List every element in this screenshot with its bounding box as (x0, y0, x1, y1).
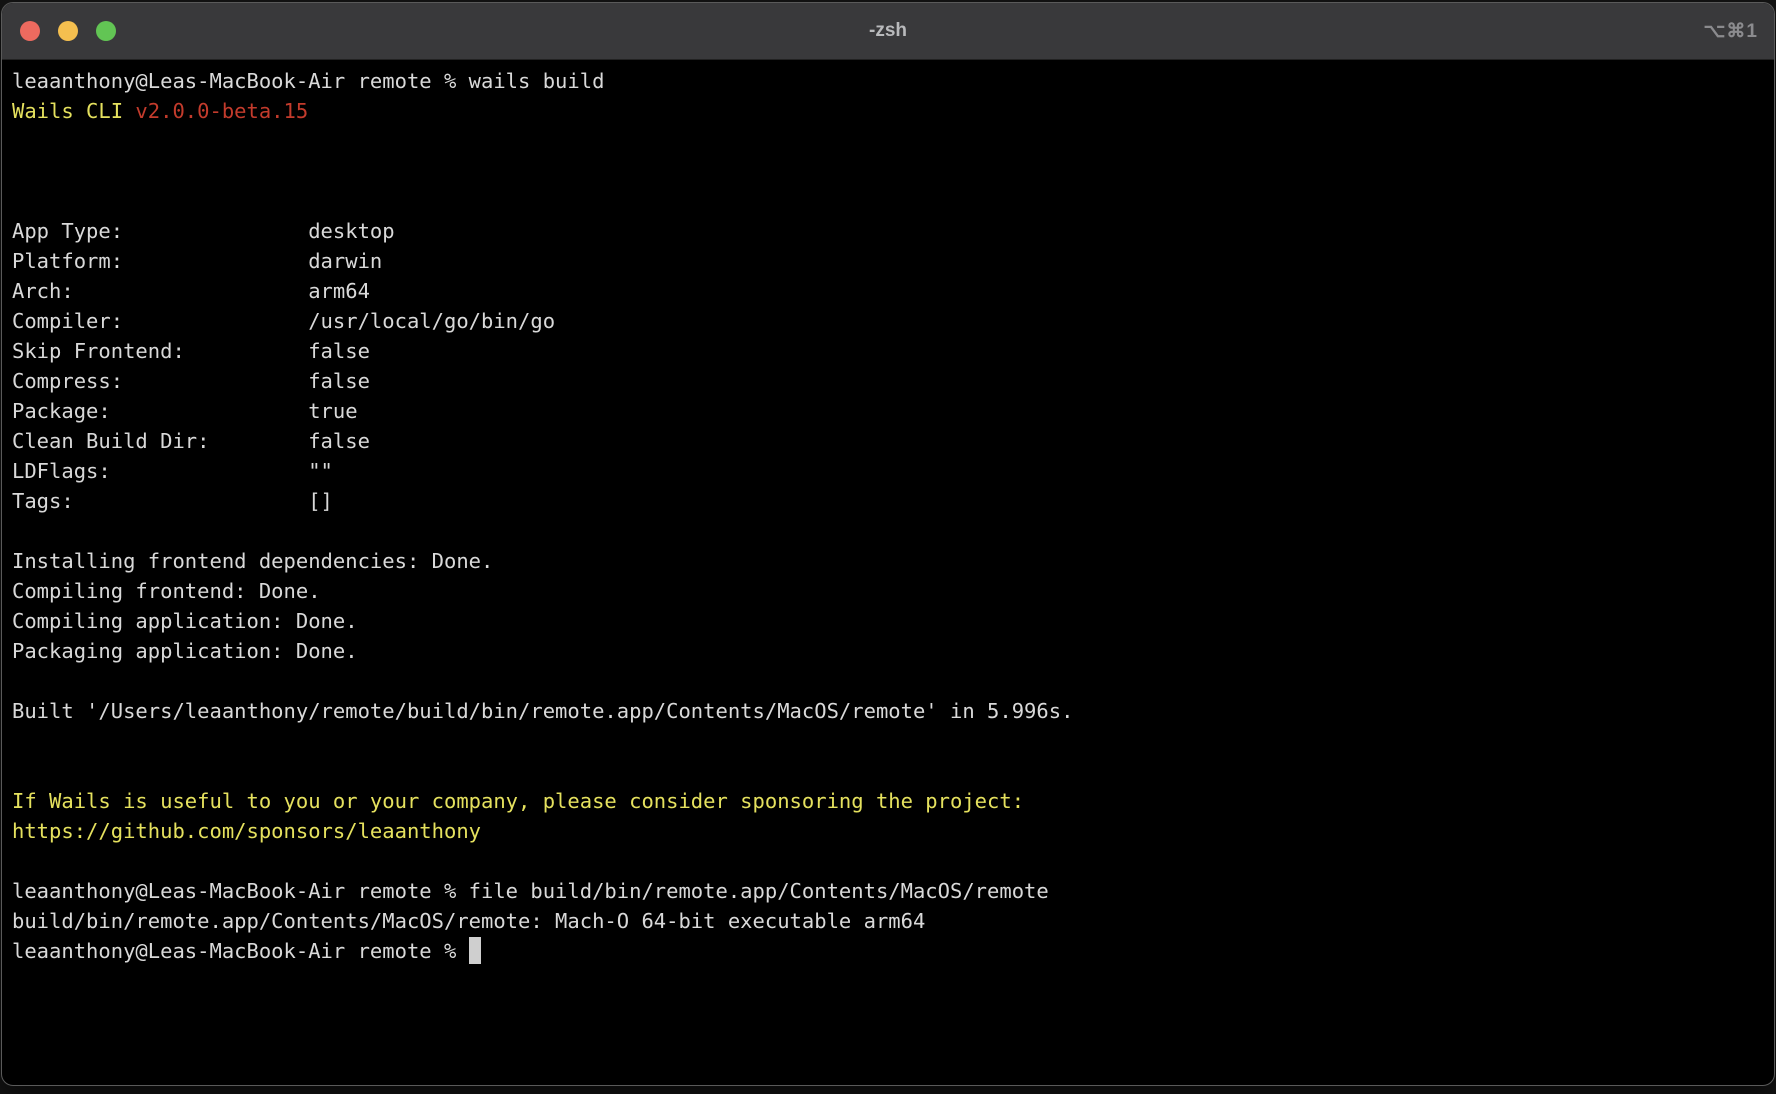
config-entry: App Type: desktop (12, 219, 395, 243)
terminal-line: Wails CLI v2.0.0-beta.15 (12, 96, 1774, 126)
terminal-line: Package: true (12, 396, 1774, 426)
terminal-line: leaanthony@Leas-MacBook-Air remote % (12, 936, 1774, 966)
terminal-text: Installing frontend dependencies: Done. (12, 549, 493, 573)
terminal-line: If Wails is useful to you or your compan… (12, 786, 1774, 816)
terminal-line (12, 156, 1774, 186)
terminal-line: Compiling application: Done. (12, 606, 1774, 636)
tab-shortcut-badge: ⌥⌘1 (1704, 3, 1758, 59)
terminal-line (12, 186, 1774, 216)
terminal-text: v2.0.0-beta.15 (135, 99, 308, 123)
terminal-text: If Wails is useful to you or your compan… (12, 789, 1024, 813)
config-entry: Platform: darwin (12, 249, 382, 273)
terminal-cursor (469, 937, 482, 964)
terminal-line (12, 516, 1774, 546)
terminal-text: Packaging application: Done. (12, 639, 358, 663)
terminal-line: Clean Build Dir: false (12, 426, 1774, 456)
config-entry: Arch: arm64 (12, 279, 370, 303)
terminal-line: App Type: desktop (12, 216, 1774, 246)
terminal-line: Arch: arm64 (12, 276, 1774, 306)
terminal-line: leaanthony@Leas-MacBook-Air remote % wai… (12, 66, 1774, 96)
terminal-line: Installing frontend dependencies: Done. (12, 546, 1774, 576)
terminal-text: build/bin/remote.app/Contents/MacOS/remo… (12, 909, 925, 933)
terminal-line (12, 666, 1774, 696)
window-title: -zsh (2, 20, 1774, 42)
terminal-line (12, 756, 1774, 786)
terminal-line: Tags: [] (12, 486, 1774, 516)
config-entry: LDFlags: "" (12, 459, 333, 483)
terminal-line: Compiling frontend: Done. (12, 576, 1774, 606)
terminal-text: Wails CLI (12, 99, 135, 123)
terminal-text: Compiling application: Done. (12, 609, 358, 633)
terminal-line (12, 726, 1774, 756)
minimize-button[interactable] (58, 21, 78, 41)
terminal-line: Built '/Users/leaanthony/remote/build/bi… (12, 696, 1774, 726)
terminal-text: Compiling frontend: Done. (12, 579, 321, 603)
terminal-line (12, 846, 1774, 876)
terminal-output[interactable]: leaanthony@Leas-MacBook-Air remote % wai… (2, 60, 1774, 966)
zoom-button[interactable] (96, 21, 116, 41)
config-entry: Compiler: /usr/local/go/bin/go (12, 309, 555, 333)
config-entry: Compress: false (12, 369, 370, 393)
terminal-line: Compiler: /usr/local/go/bin/go (12, 306, 1774, 336)
terminal-text: leaanthony@Leas-MacBook-Air remote % wai… (12, 69, 604, 93)
terminal-text: Built '/Users/leaanthony/remote/build/bi… (12, 699, 1073, 723)
config-entry: Tags: [] (12, 489, 333, 513)
title-bar[interactable]: -zsh ⌥⌘1 (2, 3, 1774, 60)
traffic-lights (2, 21, 116, 41)
terminal-line: leaanthony@Leas-MacBook-Air remote % fil… (12, 876, 1774, 906)
terminal-text: https://github.com/sponsors/leaanthony (12, 819, 481, 843)
close-button[interactable] (20, 21, 40, 41)
terminal-text: leaanthony@Leas-MacBook-Air remote % (12, 939, 469, 963)
terminal-text: leaanthony@Leas-MacBook-Air remote % fil… (12, 879, 1049, 903)
config-entry: Package: true (12, 399, 358, 423)
terminal-line: LDFlags: "" (12, 456, 1774, 486)
config-entry: Skip Frontend: false (12, 339, 370, 363)
config-entry: Clean Build Dir: false (12, 429, 370, 453)
terminal-window: -zsh ⌥⌘1 leaanthony@Leas-MacBook-Air rem… (1, 2, 1775, 1086)
terminal-line: Compress: false (12, 366, 1774, 396)
terminal-line (12, 126, 1774, 156)
terminal-line: https://github.com/sponsors/leaanthony (12, 816, 1774, 846)
terminal-line: Skip Frontend: false (12, 336, 1774, 366)
terminal-line: build/bin/remote.app/Contents/MacOS/remo… (12, 906, 1774, 936)
terminal-line: Platform: darwin (12, 246, 1774, 276)
terminal-line: Packaging application: Done. (12, 636, 1774, 666)
